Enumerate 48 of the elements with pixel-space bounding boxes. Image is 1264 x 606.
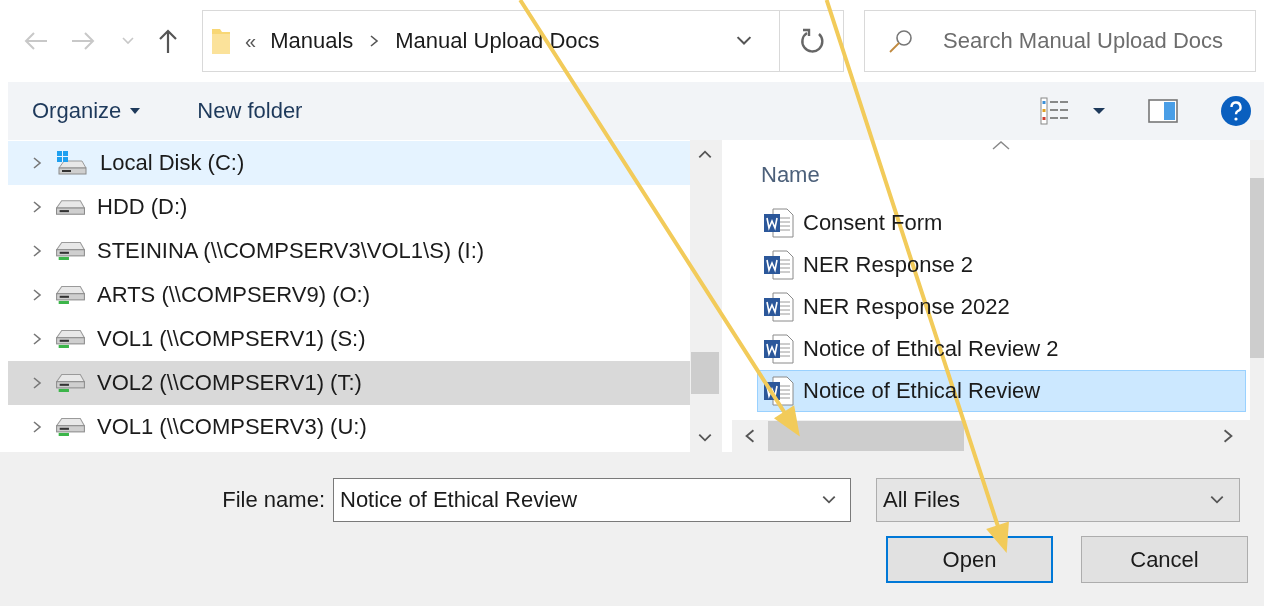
- drive-label: ARTS (\\COMPSERV9) (O:): [97, 282, 370, 308]
- preview-pane-icon[interactable]: [1148, 99, 1178, 123]
- caret-icon[interactable]: [1092, 107, 1106, 115]
- dialog-button[interactable]: Cancel: [1081, 536, 1248, 583]
- scrollbar-thumb[interactable]: [768, 421, 964, 451]
- drive-icon: [56, 199, 85, 215]
- network-drive-icon: [56, 242, 85, 260]
- drive-label: Local Disk (C:): [100, 150, 245, 176]
- tree-item[interactable]: HDD (D:): [8, 185, 690, 229]
- network-drive-icon: [56, 330, 85, 348]
- breadcrumb-item[interactable]: Manuals: [270, 28, 354, 54]
- tree-item[interactable]: Local Disk (C:): [8, 141, 690, 185]
- name-column-header[interactable]: Name: [761, 162, 820, 188]
- overflow-chevrons[interactable]: «: [245, 29, 257, 53]
- folder-icon: [211, 26, 231, 56]
- network-drive-icon: [56, 286, 85, 304]
- drive-label: VOL1 (\\COMPSERV1) (S:): [97, 326, 366, 352]
- breadcrumb-item[interactable]: Manual Upload Docs: [395, 28, 600, 54]
- tree-item[interactable]: ARTS (\\COMPSERV9) (O:): [8, 273, 690, 317]
- tree-item[interactable]: VOL1 (\\COMPSERV1) (S:): [8, 317, 690, 361]
- sort-ascending-icon: [992, 140, 1010, 150]
- caret-down-icon: [129, 107, 142, 115]
- word-document-icon: [763, 333, 795, 365]
- view-list-icon[interactable]: [1040, 97, 1070, 125]
- file-name-field[interactable]: Notice of Ethical Review: [333, 478, 851, 522]
- windows-drive-icon: [56, 150, 88, 176]
- refresh-icon: [798, 28, 825, 54]
- tree-item[interactable]: VOL2 (\\COMPSERV1) (T:): [8, 361, 690, 405]
- search-icon: [888, 28, 914, 54]
- search-field[interactable]: Search Manual Upload Docs: [864, 10, 1256, 72]
- dialog-button[interactable]: Open: [886, 536, 1053, 583]
- drive-label: VOL1 (\\COMPSERV3) (U:): [97, 414, 367, 440]
- network-drive-icon: [56, 374, 85, 392]
- drive-label: HDD (D:): [97, 194, 188, 220]
- help-icon[interactable]: [1220, 95, 1252, 127]
- new-folder-button[interactable]: New folder: [197, 98, 303, 124]
- drive-label: STEININA (\\COMPSERV3\VOL1\S) (I:): [97, 238, 485, 264]
- file-name-label: File name:: [221, 487, 326, 513]
- drive-label: VOL2 (\\COMPSERV1) (T:): [97, 370, 362, 396]
- tree-item[interactable]: STEININA (\\COMPSERV3\VOL1\S) (I:): [8, 229, 690, 273]
- scrollbar-thumb[interactable]: [691, 352, 719, 394]
- organize-menu-button[interactable]: Organize: [32, 98, 142, 124]
- word-document-icon: [763, 291, 795, 323]
- word-document-icon: [763, 207, 795, 239]
- file-type-dropdown[interactable]: All Files: [876, 478, 1240, 522]
- network-drive-icon: [56, 418, 85, 436]
- word-document-icon: [763, 249, 795, 281]
- tree-item[interactable]: VOL1 (\\COMPSERV3) (U:): [8, 405, 690, 449]
